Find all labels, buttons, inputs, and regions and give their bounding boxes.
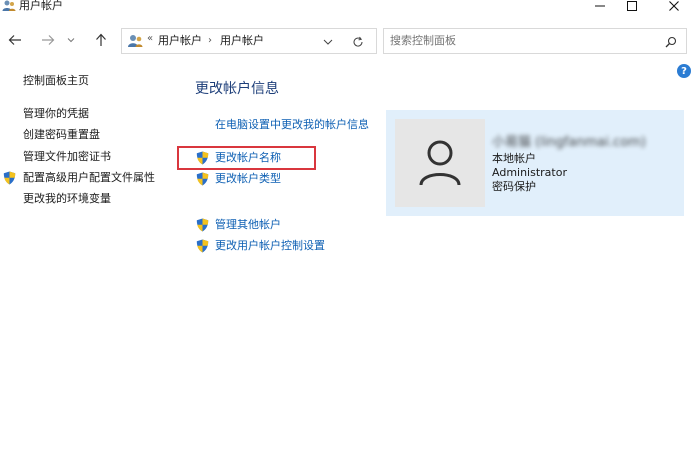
arrow-right-icon[interactable] [38, 30, 58, 50]
breadcrumb-overflow-icon[interactable]: « [147, 33, 153, 44]
password-status: 密码保护 [492, 180, 536, 193]
breadcrumb-item[interactable]: 用户帐户 [158, 33, 202, 49]
sidebar-item-home[interactable]: 控制面板主页 [23, 74, 89, 88]
breadcrumb-item[interactable]: 用户帐户 [220, 33, 264, 49]
highlight-box [177, 146, 316, 170]
window-title: 用户帐户 [19, 0, 63, 12]
pc-settings-link[interactable]: 在电脑设置中更改我的帐户信息 [215, 118, 369, 132]
page-title: 更改帐户信息 [195, 81, 279, 97]
help-icon[interactable]: ? [677, 64, 691, 78]
search-input[interactable] [390, 33, 650, 49]
uac-shield-icon [3, 171, 16, 185]
refresh-icon[interactable] [350, 34, 366, 50]
close-icon[interactable] [654, 0, 694, 14]
sidebar-item-password-reset-disk[interactable]: 创建密码重置盘 [23, 128, 100, 142]
chevron-right-icon[interactable]: › [208, 33, 212, 49]
account-role: Administrator [492, 166, 567, 179]
uac-shield-icon [196, 172, 209, 186]
maximize-icon[interactable] [612, 0, 652, 14]
users-icon [2, 0, 16, 12]
sidebar-item-advanced-profile[interactable]: 配置高级用户配置文件属性 [23, 171, 155, 185]
sidebar-item-encryption-certificates[interactable]: 管理文件加密证书 [23, 150, 111, 164]
search-icon[interactable] [663, 34, 679, 50]
manage-other-accounts-link[interactable]: 管理其他帐户 [215, 218, 281, 232]
arrow-left-icon[interactable] [5, 30, 25, 50]
title-bar: 用户帐户 [0, 0, 695, 14]
uac-shield-icon [196, 218, 209, 232]
user-avatar-icon [395, 119, 485, 207]
uac-settings-link[interactable]: 更改用户帐户控制设置 [215, 239, 325, 253]
sidebar-item-credentials[interactable]: 管理你的凭据 [23, 107, 89, 121]
chevron-down-icon[interactable] [64, 30, 78, 50]
account-name: 小易猫 (lingfanmai.com) [492, 135, 646, 150]
change-account-type-link[interactable]: 更改帐户类型 [215, 172, 281, 186]
search-box[interactable] [383, 28, 687, 54]
account-type: 本地帐户 [492, 152, 536, 165]
sidebar-item-environment-variables[interactable]: 更改我的环境变量 [23, 192, 111, 206]
control-panel-icon [127, 34, 143, 48]
uac-shield-icon [196, 239, 209, 253]
chevron-down-icon[interactable] [320, 34, 336, 50]
navigation-bar: « 用户帐户 › 用户帐户 [0, 26, 695, 56]
arrow-up-icon[interactable] [91, 30, 111, 50]
account-card: 小易猫 (lingfanmai.com) 本地帐户 Administrator … [386, 110, 684, 216]
address-bar[interactable]: « 用户帐户 › 用户帐户 [121, 28, 377, 54]
